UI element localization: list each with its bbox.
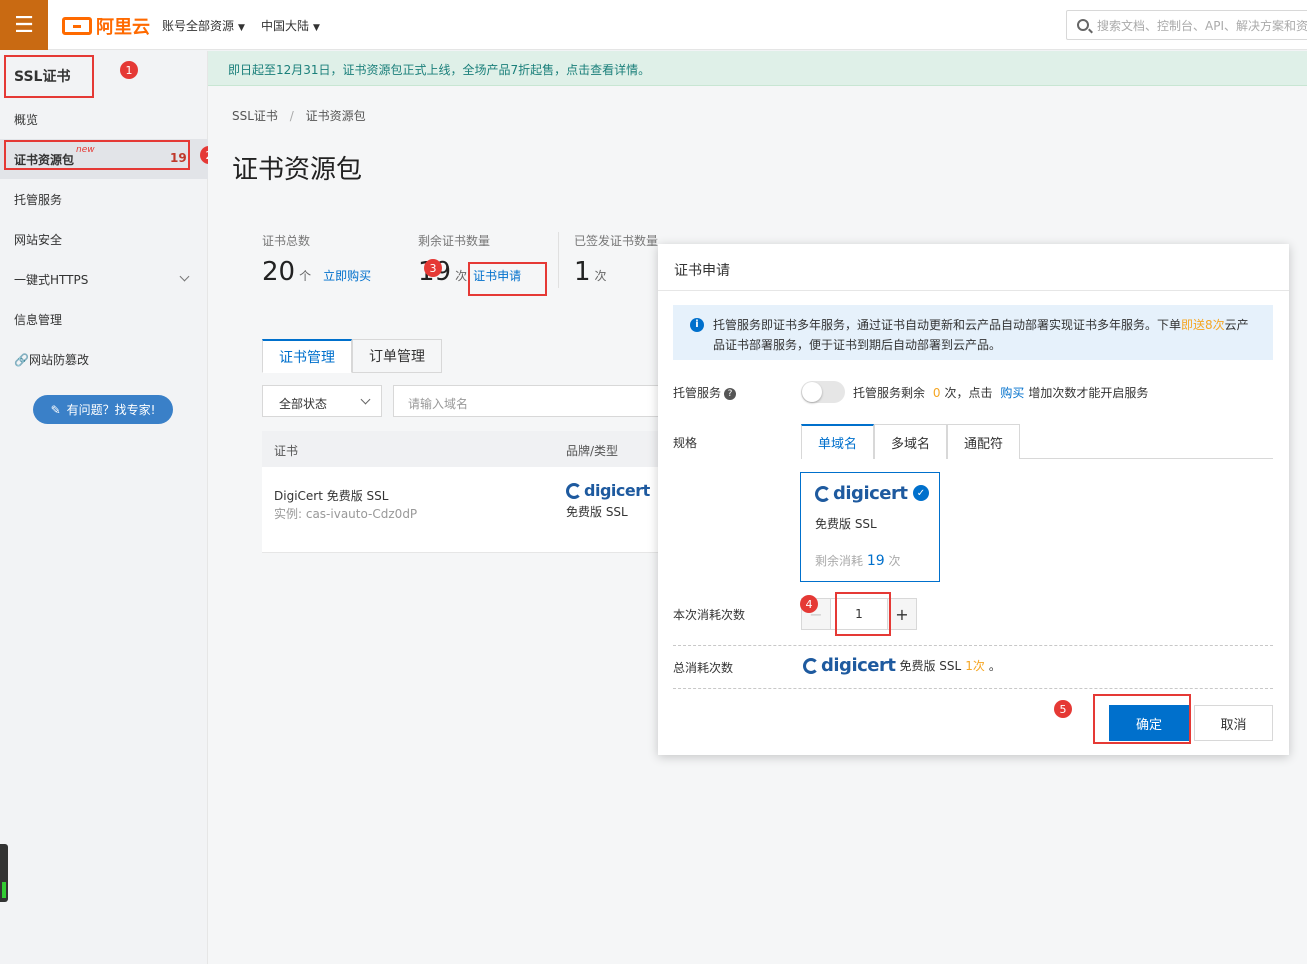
sidebar-item-hosting[interactable]: 托管服务: [14, 191, 62, 208]
hosting-toggle[interactable]: [801, 381, 845, 403]
apply-cert-dialog: 证书申请 i 托管服务即证书多年服务，通过证书自动更新和云产品自动部署实现证书多…: [658, 244, 1289, 755]
divider-dashed: [673, 645, 1273, 646]
annotation-badge-5: 5: [1054, 700, 1072, 718]
annotation-badge-4: 4: [800, 595, 818, 613]
check-circle-icon: ✓: [913, 485, 929, 501]
cert-name[interactable]: DigiCert 免费版 SSL: [274, 487, 388, 504]
caret-down-icon: ▼: [313, 23, 320, 33]
tab-wildcard[interactable]: 通配符: [947, 424, 1021, 459]
digicert-logo: digicert: [803, 655, 896, 676]
floating-widget[interactable]: [0, 844, 8, 902]
chevron-down-icon[interactable]: [179, 271, 190, 282]
aliyun-logo[interactable]: 阿里云: [62, 13, 150, 39]
table-row[interactable]: DigiCert 免费版 SSL 实例: cas-ivauto-Cdz0dP d…: [262, 467, 712, 553]
annotation-box-5: [1093, 694, 1191, 744]
stat-total: 证书总数 20 个立即购买: [262, 234, 372, 287]
consume-label: 本次消耗次数: [673, 608, 746, 622]
breadcrumb-separator: /: [289, 109, 294, 123]
aliyun-logo-icon: [62, 17, 92, 35]
digicert-logo-icon: [566, 482, 582, 499]
hosting-info-box: i 托管服务即证书多年服务，通过证书自动更新和云产品自动部署实现证书多年服务。下…: [673, 305, 1273, 360]
card-type: 免费版 SSL: [815, 516, 877, 531]
breadcrumb: SSL证书 / 证书资源包: [232, 107, 366, 124]
dialog-title: 证书申请: [674, 263, 730, 279]
tab-multi-domain[interactable]: 多域名: [874, 424, 948, 459]
annotation-box-2: [4, 140, 190, 170]
top-bar: ☰ 阿里云 账号全部资源 ▼ 中国大陆 ▼ 搜索文档、控制台、API、解决方案和资源: [0, 0, 1307, 50]
sidebar-item-web-security[interactable]: 网站安全: [14, 231, 62, 248]
total-summary: digicert 免费版 SSL 1次 。: [803, 655, 1001, 676]
region-dropdown[interactable]: 中国大陆 ▼: [261, 17, 320, 34]
cert-instance: 实例: cas-ivauto-Cdz0dP: [274, 507, 418, 521]
card-remaining: 剩余消耗 19 次: [815, 552, 901, 569]
sidebar-item-overview[interactable]: 概览: [14, 111, 38, 128]
hosting-status-text: 托管服务剩余 0 次，点击 购买 增加次数才能开启服务: [853, 386, 1149, 400]
account-resources-dropdown[interactable]: 账号全部资源 ▼: [162, 17, 245, 34]
search-icon: [1077, 19, 1089, 31]
main-tabs: 证书管理 订单管理: [262, 339, 442, 373]
digicert-logo: digicert: [566, 481, 650, 500]
divider-dashed: [673, 688, 1273, 689]
digicert-logo-icon: [815, 485, 831, 502]
sidebar-item-one-click-https[interactable]: 一键式HTTPS: [14, 271, 88, 288]
sidebar: SSL证书 1 概览 证书资源包 new 19 2 托管服务 网站安全 一键式H…: [0, 51, 218, 964]
chat-icon: ✎: [50, 402, 61, 417]
spec-label: 规格: [673, 436, 698, 450]
dialog-divider: [658, 290, 1289, 291]
page-title: 证书资源包: [232, 155, 363, 185]
tab-order-management[interactable]: 订单管理: [352, 339, 442, 373]
spec-tabs: 单域名 多域名 通配符: [801, 424, 1273, 459]
digicert-logo-icon: [803, 657, 819, 674]
info-highlight: 即送8次: [1181, 318, 1225, 332]
stat-issued: 已签发证书数量 1次: [574, 234, 659, 287]
cert-type: 免费版 SSL: [566, 505, 628, 519]
column-header-brand: 品牌/类型: [566, 444, 619, 458]
tab-cert-management[interactable]: 证书管理: [262, 339, 352, 373]
digicert-logo: digicert: [815, 483, 908, 504]
stat-divider: [558, 232, 559, 288]
link-icon: 🔗: [14, 353, 29, 367]
breadcrumb-root[interactable]: SSL证书: [232, 109, 278, 123]
hamburger-icon[interactable]: ☰: [0, 0, 48, 50]
annotation-badge-3: 3: [424, 259, 442, 277]
annotation-box-3: [468, 262, 547, 296]
promo-notice[interactable]: 即日起至12月31日，证书资源包正式上线，全场产品7折起售，点击查看详情。: [208, 51, 1307, 86]
status-filter-select[interactable]: 全部状态: [262, 385, 382, 417]
annotation-badge-1: 1: [120, 61, 138, 79]
caret-down-icon: ▼: [238, 23, 245, 33]
table-header: 证书 品牌/类型: [262, 431, 712, 467]
sidebar-item-info-management[interactable]: 信息管理: [14, 311, 62, 328]
total-label: 总消耗次数: [673, 661, 734, 675]
tab-single-domain[interactable]: 单域名: [801, 424, 875, 459]
help-icon[interactable]: ?: [724, 387, 737, 400]
breadcrumb-current: 证书资源包: [305, 109, 366, 123]
hosting-label: 托管服务?: [673, 384, 737, 401]
ask-expert-button[interactable]: ✎ 有问题？找专家!: [33, 395, 173, 424]
sidebar-item-anti-tamper[interactable]: 🔗网站防篡改: [14, 351, 89, 368]
buy-now-link[interactable]: 立即购买: [323, 269, 371, 283]
column-header-cert: 证书: [274, 444, 299, 458]
buy-hosting-link[interactable]: 购买: [1000, 386, 1024, 400]
cancel-button[interactable]: 取消: [1194, 705, 1273, 741]
product-card-digicert[interactable]: digicert ✓ 免费版 SSL 剩余消耗 19 次: [800, 472, 940, 582]
info-icon: i: [690, 318, 704, 332]
annotation-box-1: [4, 55, 94, 98]
search-input[interactable]: 搜索文档、控制台、API、解决方案和资源: [1066, 10, 1307, 40]
increment-button[interactable]: +: [887, 598, 917, 630]
annotation-box-4: [835, 592, 891, 636]
